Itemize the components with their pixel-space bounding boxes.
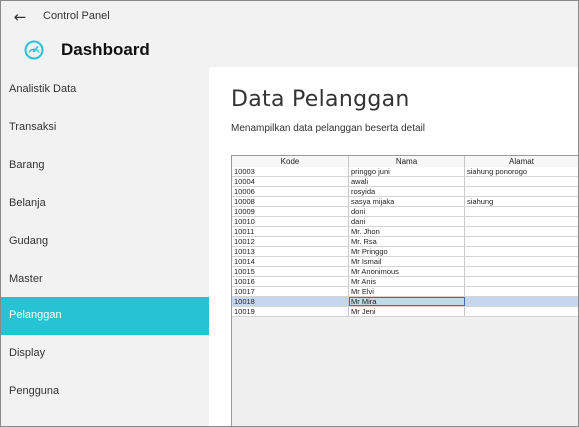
cell-kode[interactable]: 10014: [232, 257, 349, 266]
table-row[interactable]: 10003 pringgo juni siahung ponorogo: [232, 167, 578, 177]
cell-kode[interactable]: 10017: [232, 287, 349, 296]
cell-kode[interactable]: 10008: [232, 197, 349, 206]
sidebar-item-gudang[interactable]: Gudang: [1, 223, 209, 261]
cell-kode[interactable]: 10012: [232, 237, 349, 246]
sidebar-item-analistik-data[interactable]: Analistik Data: [1, 71, 209, 109]
column-header-alamat[interactable]: Alamat: [465, 156, 578, 167]
cell-kode[interactable]: 10015: [232, 267, 349, 276]
cell-alamat[interactable]: siahung: [465, 197, 578, 206]
table-row[interactable]: 10006 rosyida: [232, 187, 578, 197]
cell-nama[interactable]: awali: [349, 177, 465, 186]
column-header-kode[interactable]: Kode: [232, 156, 349, 167]
cell-nama[interactable]: Mr. Jhon: [349, 227, 465, 236]
page-subtitle: Menampilkan data pelanggan beserta detai…: [231, 123, 426, 134]
cell-kode[interactable]: 10004: [232, 177, 349, 186]
table-row[interactable]: 10013 Mr Pringgo: [232, 247, 578, 257]
speedometer-icon: [24, 40, 44, 60]
cell-nama[interactable]: Mr Jeni: [349, 307, 465, 316]
cell-nama[interactable]: Mr Mira: [349, 297, 465, 306]
sidebar-item-label: Gudang: [9, 235, 49, 247]
table-row[interactable]: 10019 Mr Jeni: [232, 307, 578, 317]
sidebar-item-belanja[interactable]: Belanja: [1, 185, 209, 223]
page-title: Data Pelanggan: [231, 87, 410, 112]
table-row[interactable]: 10004 awali: [232, 177, 578, 187]
table-row[interactable]: 10018 Mr Mira: [232, 297, 578, 307]
cell-nama[interactable]: sasya mijaka: [349, 197, 465, 206]
column-header-nama[interactable]: Nama: [349, 156, 465, 167]
cell-alamat[interactable]: [465, 177, 578, 186]
cell-nama[interactable]: doni: [349, 207, 465, 216]
cell-alamat[interactable]: [465, 247, 578, 256]
table-row[interactable]: 10008 sasya mijaka siahung: [232, 197, 578, 207]
sidebar-item-label: Master: [9, 273, 43, 285]
sidebar: Analistik Data Transaksi Barang Belanja …: [1, 67, 209, 426]
cell-alamat[interactable]: [465, 307, 578, 316]
sidebar-item-label: Transaksi: [9, 121, 57, 133]
cell-alamat[interactable]: [465, 217, 578, 226]
cell-kode[interactable]: 10016: [232, 277, 349, 286]
table-row[interactable]: 10015 Mr Anonimous: [232, 267, 578, 277]
cell-nama[interactable]: Mr Pringgo: [349, 247, 465, 256]
cell-kode[interactable]: 10010: [232, 217, 349, 226]
table-row[interactable]: 10016 Mr Anis: [232, 277, 578, 287]
app-window: ← Control Panel Dashboard Analistik Data…: [0, 0, 579, 427]
sidebar-item-display[interactable]: Display: [1, 335, 209, 373]
customer-table[interactable]: Kode Nama Alamat 10003 pringgo juni siahun…: [231, 155, 578, 426]
table-row[interactable]: 10010 dani: [232, 217, 578, 227]
app-header: Dashboard: [1, 33, 578, 67]
sidebar-item-transaksi[interactable]: Transaksi: [1, 109, 209, 147]
cell-alamat[interactable]: [465, 207, 578, 216]
cell-kode[interactable]: 10009: [232, 207, 349, 216]
cell-kode[interactable]: 10011: [232, 227, 349, 236]
sidebar-item-label: Display: [9, 347, 46, 359]
window-title: Control Panel: [43, 10, 110, 22]
cell-nama[interactable]: dani: [349, 217, 465, 226]
cell-kode[interactable]: 10013: [232, 247, 349, 256]
cell-alamat[interactable]: [465, 257, 578, 266]
sidebar-item-label: Belanja: [9, 197, 46, 209]
cell-kode[interactable]: 10006: [232, 187, 349, 196]
table-row[interactable]: 10012 Mr. Rsa: [232, 237, 578, 247]
back-arrow-icon[interactable]: ←: [11, 8, 29, 26]
cell-alamat[interactable]: [465, 237, 578, 246]
table-row[interactable]: 10009 doni: [232, 207, 578, 217]
sidebar-item-pengguna[interactable]: Pengguna: [1, 373, 209, 411]
cell-alamat[interactable]: [465, 277, 578, 286]
cell-nama[interactable]: Mr Anis: [349, 277, 465, 286]
cell-alamat[interactable]: siahung ponorogo: [465, 167, 578, 176]
app-title: Dashboard: [61, 40, 150, 59]
cell-alamat[interactable]: [465, 297, 578, 306]
cell-nama[interactable]: Mr. Rsa: [349, 237, 465, 246]
sidebar-item-label: Barang: [9, 159, 45, 171]
cell-alamat[interactable]: [465, 227, 578, 236]
sidebar-item-label: Pengguna: [9, 385, 60, 397]
cell-kode[interactable]: 10003: [232, 167, 349, 176]
cell-alamat[interactable]: [465, 287, 578, 296]
cell-nama[interactable]: Mr Anonimous: [349, 267, 465, 276]
table-row[interactable]: 10014 Mr Ismail: [232, 257, 578, 267]
cell-alamat[interactable]: [465, 187, 578, 196]
sidebar-item-barang[interactable]: Barang: [1, 147, 209, 185]
table-row[interactable]: 10011 Mr. Jhon: [232, 227, 578, 237]
sidebar-item-label: Pelanggan: [9, 309, 62, 321]
sidebar-item-master[interactable]: Master: [1, 261, 209, 299]
main-content: Data Pelanggan Menampilkan data pelangga…: [209, 67, 578, 426]
cell-kode[interactable]: 10019: [232, 307, 349, 316]
table-row[interactable]: 10017 Mr Elvi: [232, 287, 578, 297]
cell-kode[interactable]: 10018: [232, 297, 349, 306]
cell-nama[interactable]: rosyida: [349, 187, 465, 196]
title-bar: ← Control Panel: [1, 1, 578, 33]
cell-nama[interactable]: Mr Ismail: [349, 257, 465, 266]
cell-nama[interactable]: pringgo juni: [349, 167, 465, 176]
cell-alamat[interactable]: [465, 267, 578, 276]
cell-nama[interactable]: Mr Elvi: [349, 287, 465, 296]
sidebar-item-pelanggan[interactable]: Pelanggan: [1, 297, 209, 335]
sidebar-item-label: Analistik Data: [9, 83, 77, 95]
